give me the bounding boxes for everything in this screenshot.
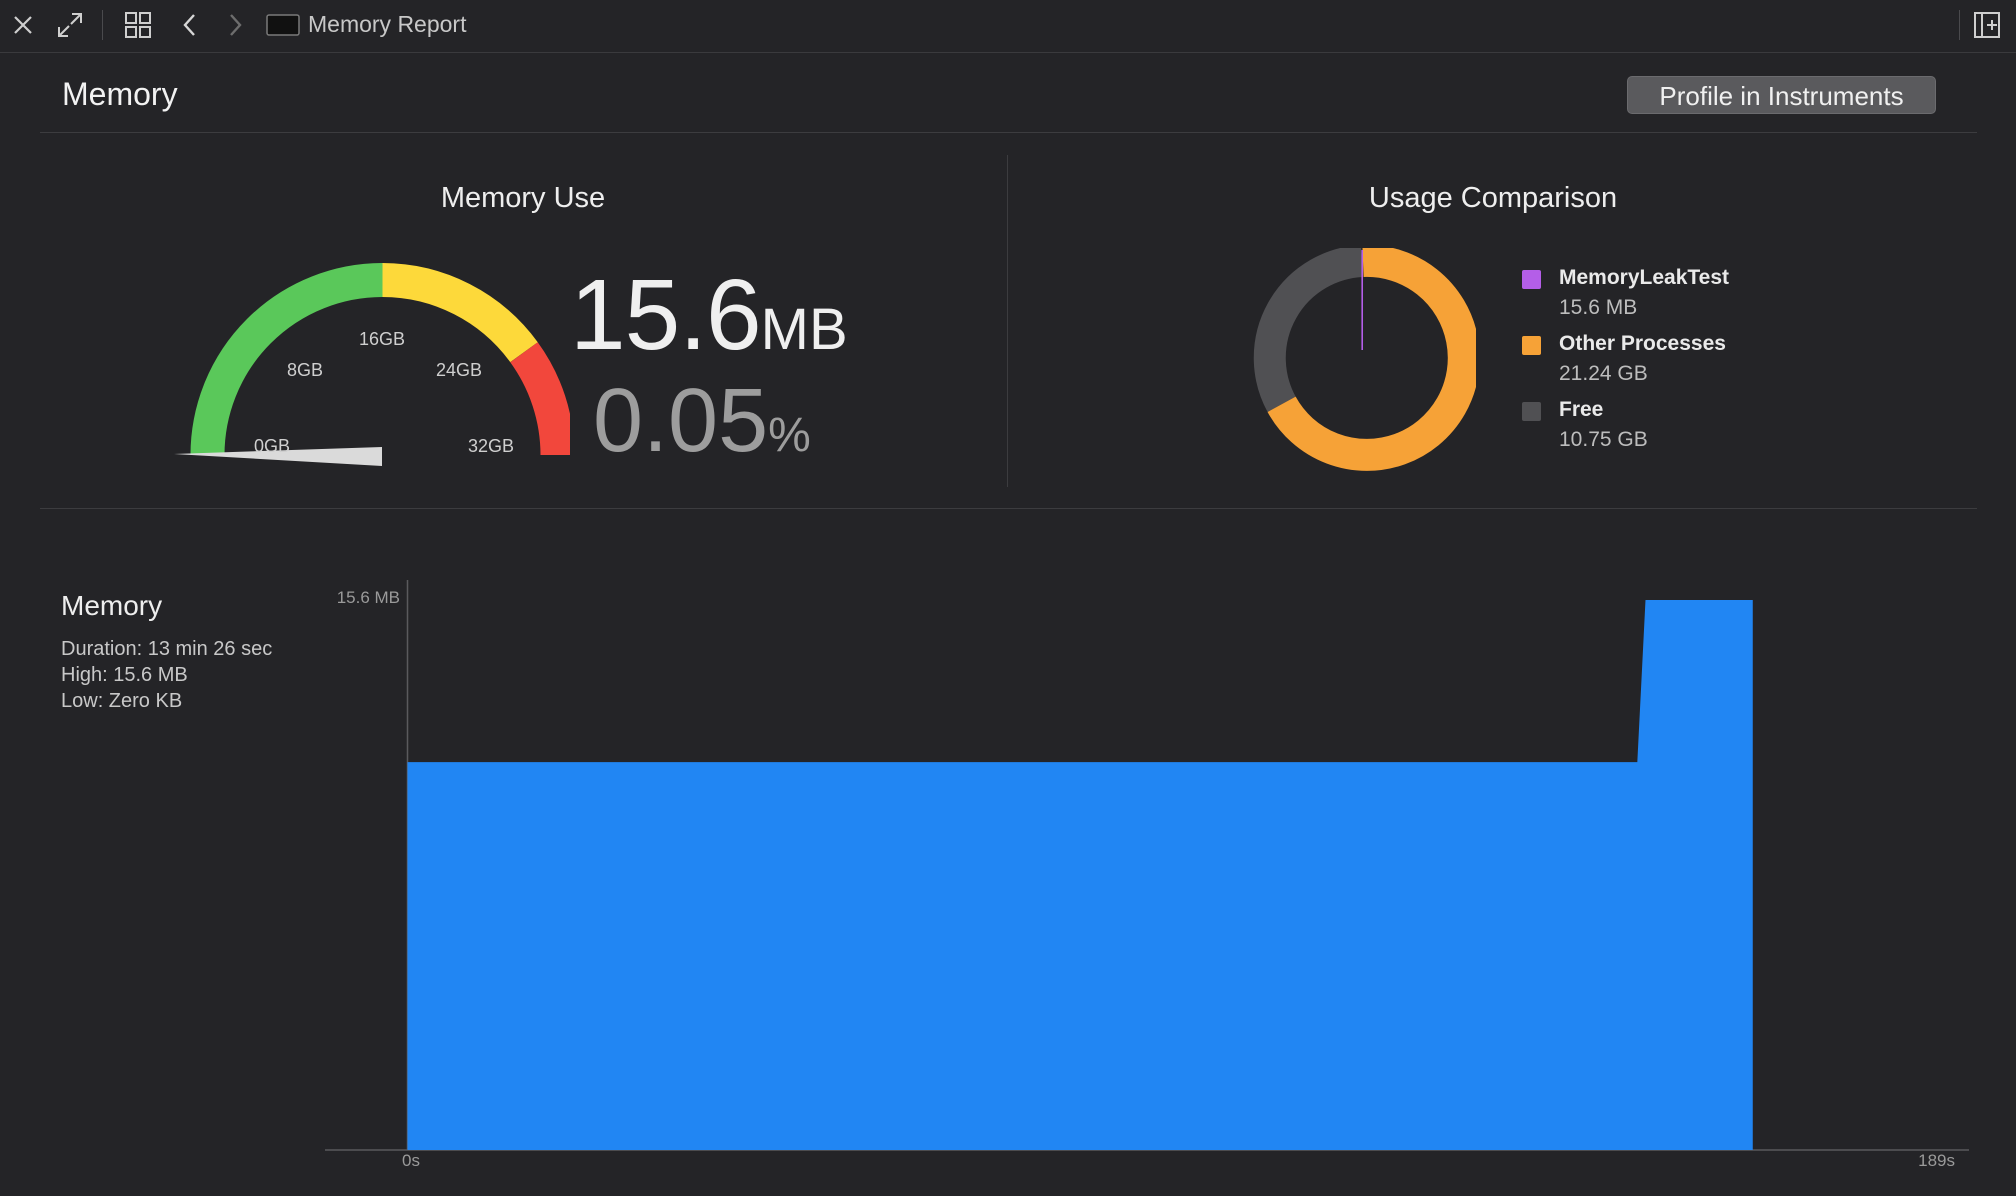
header-divider [40, 132, 1977, 133]
chart-title: Memory [61, 590, 163, 621]
section-divider [40, 508, 1977, 509]
device-icon-wrapper [265, 8, 301, 42]
usage-comparison-title: Usage Comparison [1368, 182, 1618, 214]
expand-button[interactable] [53, 8, 87, 42]
grid-icon [125, 12, 151, 38]
chevron-left-icon [183, 14, 195, 36]
memory-percent-unit: % [768, 409, 811, 462]
memory-value-unit: MB [760, 297, 848, 362]
chevron-right-icon [230, 14, 242, 36]
legend-swatch [1522, 402, 1541, 421]
close-icon [14, 16, 32, 34]
add-editor-icon [1974, 12, 2000, 38]
gauge-label-24gb: 24GB [436, 360, 482, 380]
usage-donut [1253, 248, 1476, 471]
memory-gauge: 0GB 8GB 16GB 24GB 32GB [174, 263, 570, 466]
memory-percent: 0.05% [593, 370, 811, 473]
legend-name: Free [1559, 398, 1604, 421]
legend-name: Other Processes [1559, 332, 1726, 355]
gauge-label-16gb: 16GB [359, 329, 405, 349]
device-icon [266, 14, 300, 36]
donut-slice-free [1253, 248, 1364, 412]
tab-title[interactable]: Memory Report [308, 11, 466, 38]
legend-swatch [1522, 270, 1541, 289]
chart-high: High: 15.6 MB [61, 664, 188, 686]
back-button[interactable] [173, 8, 207, 42]
toolbar-divider-right [1959, 10, 1960, 40]
gauge-label-0gb: 0GB [254, 436, 290, 456]
close-button[interactable] [6, 8, 40, 42]
gauge-label-8gb: 8GB [287, 360, 323, 380]
add-editor-button[interactable] [1970, 8, 2004, 42]
legend-value: 15.6 MB [1559, 296, 1638, 319]
legend-name: MemoryLeakTest [1559, 266, 1730, 289]
memory-value: 15.6MB [570, 258, 848, 373]
memory-value-number: 15.6 [570, 259, 762, 371]
memory-use-title: Memory Use [440, 182, 606, 214]
memory-area-series [407, 600, 1753, 1150]
chart-duration: Duration: 13 min 26 sec [61, 638, 273, 660]
gauge-red-segment [510, 342, 570, 456]
legend-value: 10.75 GB [1559, 428, 1648, 451]
x-end-label: 189s [1918, 1151, 1955, 1170]
related-items-button[interactable] [121, 8, 155, 42]
gauge-label-32gb: 32GB [468, 436, 514, 456]
expand-icon [58, 13, 82, 37]
toolbar-divider [102, 10, 103, 40]
y-max-label: 15.6 MB [337, 588, 400, 607]
x-start-label: 0s [402, 1151, 420, 1170]
legend-value: 21.24 GB [1559, 362, 1648, 385]
chart-low: Low: Zero KB [61, 690, 183, 712]
toolbar: Memory Report [0, 0, 2016, 53]
memory-percent-number: 0.05 [593, 371, 769, 471]
forward-button[interactable] [218, 8, 252, 42]
page-title: Memory [62, 76, 178, 112]
memory-chart: 15.6 MB 0s 189s [325, 580, 1969, 1170]
profile-in-instruments-button[interactable]: Profile in Instruments [1627, 76, 1936, 114]
legend-swatch [1522, 336, 1541, 355]
